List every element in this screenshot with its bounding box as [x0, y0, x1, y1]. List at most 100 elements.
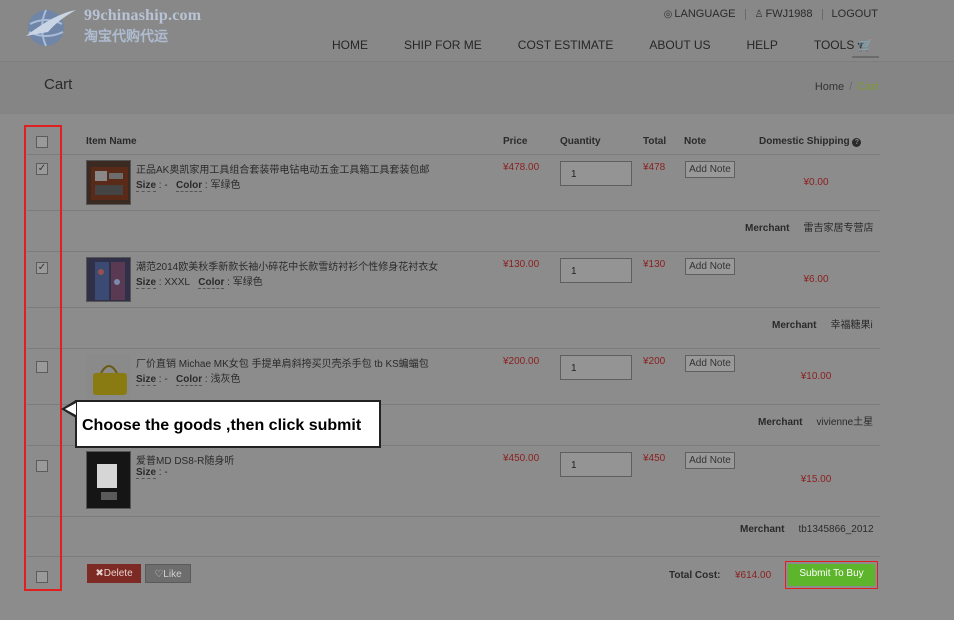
- size-value: : -: [156, 467, 168, 478]
- blouse-image: [95, 262, 125, 300]
- quantity-input[interactable]: 1: [560, 452, 632, 477]
- handbag-image: [93, 365, 127, 395]
- size-label: Size: [136, 277, 157, 289]
- music-player-image: [97, 464, 117, 500]
- divider: [744, 8, 746, 20]
- top-links: ◎ LANGUAGE ♙ FWJ1988 LOGOUT: [664, 8, 878, 20]
- item-total: ¥450: [643, 453, 666, 464]
- shopping-cart-icon[interactable]: 🛒: [852, 32, 879, 58]
- language-link[interactable]: ◎ LANGUAGE: [664, 8, 736, 20]
- merchant-info: Merchant vivienne土星: [758, 413, 873, 428]
- breadcrumb-current: Cart: [857, 81, 878, 93]
- product-thumbnail[interactable]: [86, 451, 131, 509]
- col-item-name: Item Name: [86, 136, 137, 147]
- nav-help[interactable]: HELP: [747, 38, 778, 52]
- toolbox-image: [91, 167, 128, 200]
- size-label: Size: [136, 467, 157, 479]
- divider: [27, 154, 880, 155]
- product-thumbnail[interactable]: [86, 354, 131, 399]
- instruction-text: Choose the goods ,then click submit: [82, 417, 362, 434]
- like-button[interactable]: ♡Like: [145, 564, 191, 583]
- product-attributes: Size : -: [136, 467, 168, 479]
- breadcrumb: Home / Cart: [815, 81, 878, 93]
- size-label: Size: [136, 180, 157, 192]
- item-price: ¥450.00: [503, 453, 540, 464]
- total-cost-label: Total Cost:: [669, 570, 721, 581]
- product-thumbnail[interactable]: [86, 257, 131, 302]
- item-shipping: ¥0.00: [803, 177, 829, 188]
- product-name[interactable]: 正品AK奥凯家用工具组合套装带电钻电动五金工具箱工具套装包邮: [136, 161, 429, 176]
- nav-about-us[interactable]: ABOUT US: [649, 38, 710, 52]
- merchant-name[interactable]: 幸福糖果i: [830, 320, 872, 331]
- site-header: 99chinaship.com 淘宝代购代运 ◎ LANGUAGE ♙ FWJ198…: [0, 0, 954, 62]
- divider: [27, 556, 880, 557]
- merchant-name[interactable]: vivienne土星: [816, 417, 873, 428]
- size-value: : XXXL: [156, 277, 190, 288]
- product-attributes: Size : - Color : 军绿色: [136, 176, 241, 192]
- item-total: ¥130: [643, 259, 666, 270]
- add-note-button[interactable]: Add Note: [685, 355, 735, 372]
- globe-logo-icon: [26, 9, 76, 47]
- logout-link[interactable]: LOGOUT: [832, 8, 878, 20]
- divider: [27, 307, 880, 308]
- submit-to-buy-button[interactable]: Submit To Buy: [788, 564, 875, 586]
- divider: [27, 251, 880, 252]
- language-label: LANGUAGE: [674, 8, 736, 20]
- product-thumbnail[interactable]: [86, 160, 131, 205]
- divider: [27, 348, 880, 349]
- nav-home[interactable]: HOME: [332, 38, 368, 52]
- size-value: : -: [156, 180, 168, 191]
- nav-cost-estimate[interactable]: COST ESTIMATE: [518, 38, 614, 52]
- site-logo[interactable]: 99chinaship.com 淘宝代购代运: [24, 4, 224, 50]
- delete-label: Delete: [103, 568, 133, 579]
- col-domestic-shipping: Domestic Shipping ?: [759, 136, 862, 147]
- product-attributes: Size : - Color : 浅灰色: [136, 370, 241, 386]
- merchant-info: Merchant 幸福糖果i: [772, 316, 873, 331]
- add-note-button[interactable]: Add Note: [685, 161, 735, 178]
- globe-icon: ◎: [663, 9, 673, 20]
- merchant-label: Merchant: [772, 320, 817, 331]
- divider: [27, 516, 880, 517]
- quantity-input[interactable]: 1: [560, 355, 632, 380]
- question-circle-icon[interactable]: ?: [852, 138, 862, 147]
- size-label: Size: [136, 374, 157, 386]
- item-total: ¥478: [643, 162, 666, 173]
- col-total: Total: [643, 136, 667, 147]
- user-link[interactable]: ♙ FWJ1988: [755, 8, 813, 20]
- like-label: Like: [163, 569, 182, 580]
- logo-subtext: 淘宝代购代运: [84, 29, 168, 45]
- col-price: Price: [503, 136, 528, 147]
- add-note-button[interactable]: Add Note: [685, 452, 735, 469]
- product-name[interactable]: 潮范2014欧美秋季新款长袖小碎花中长款雪纺衬衫个性修身花衬衣女: [136, 258, 438, 273]
- product-name[interactable]: 厂价直销 Michae MK女包 手提单肩斜挎买贝壳杀手包 tb KS蝙蝠包: [136, 355, 429, 370]
- quantity-input[interactable]: 1: [560, 258, 632, 283]
- merchant-label: Merchant: [740, 524, 785, 535]
- breadcrumb-separator: /: [849, 81, 853, 93]
- title-bar: Cart Home / Cart: [0, 62, 954, 114]
- quantity-input[interactable]: 1: [560, 161, 632, 186]
- callout-pointer-inner: [65, 403, 76, 415]
- color-label: Color: [176, 180, 203, 192]
- logo-text: 99chinaship.com: [84, 7, 202, 24]
- nav-ship-for-me[interactable]: SHIP FOR ME: [404, 38, 482, 52]
- merchant-name[interactable]: tb1345866_2012: [798, 524, 873, 535]
- merchant-label: Merchant: [745, 223, 790, 234]
- merchant-info: Merchant 雷吉家居专营店: [745, 219, 873, 234]
- col-domestic-shipping-label: Domestic Shipping: [759, 136, 850, 147]
- item-price: ¥200.00: [503, 356, 540, 367]
- col-quantity: Quantity: [560, 136, 601, 147]
- color-label: Color: [176, 374, 203, 386]
- color-label: Color: [198, 277, 225, 289]
- username-label: FWJ1988: [765, 8, 813, 20]
- merchant-name[interactable]: 雷吉家居专营店: [803, 223, 873, 234]
- add-note-button[interactable]: Add Note: [685, 258, 735, 275]
- merchant-label: Merchant: [758, 417, 803, 428]
- delete-button[interactable]: ✖Delete: [87, 564, 141, 583]
- product-name[interactable]: 爱普MD DS8-R随身听: [136, 452, 234, 467]
- breadcrumb-home[interactable]: Home: [815, 81, 844, 93]
- item-price: ¥130.00: [503, 259, 540, 270]
- color-value: : 浅灰色: [202, 374, 241, 385]
- divider: [27, 210, 880, 211]
- color-value: : 军绿色: [202, 180, 241, 191]
- product-attributes: Size : XXXL Color : 军绿色: [136, 273, 263, 289]
